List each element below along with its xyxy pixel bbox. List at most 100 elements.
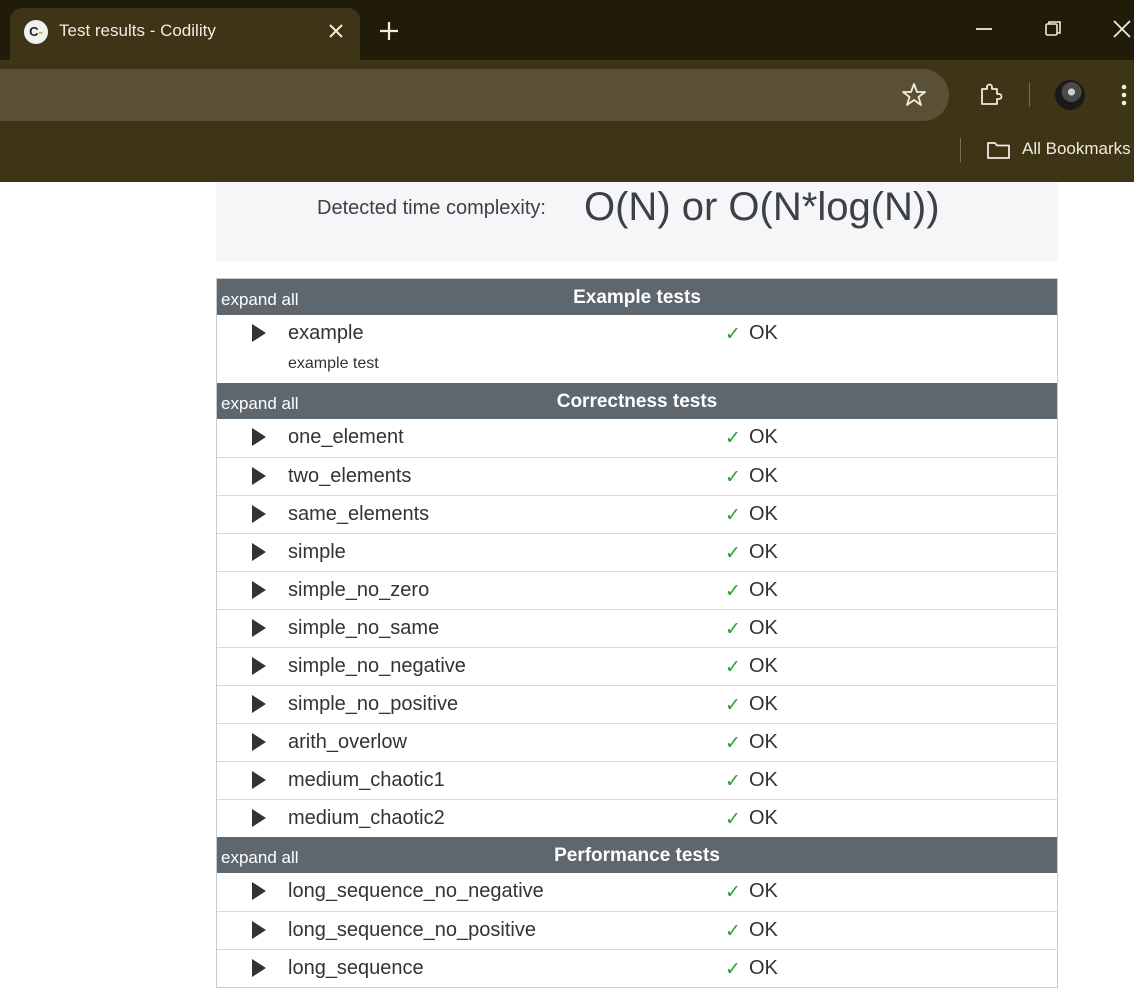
test-row[interactable]: medium_chaotic2 ✓ OK: [217, 799, 1057, 837]
test-name: two_elements: [288, 465, 412, 487]
expand-triangle-icon[interactable]: [252, 771, 266, 789]
test-name: long_sequence_no_positive: [288, 919, 536, 941]
more-menu-icon[interactable]: [1110, 80, 1134, 110]
test-results-table: expand all Example tests example example…: [216, 278, 1058, 988]
check-icon: ✓: [725, 809, 741, 830]
expand-triangle-icon[interactable]: [252, 619, 266, 637]
test-status: OK: [749, 617, 778, 639]
test-name: simple_no_positive: [288, 693, 459, 715]
test-name: simple_no_zero: [288, 579, 430, 601]
expand-triangle-icon[interactable]: [252, 581, 266, 599]
expand-triangle-icon[interactable]: [252, 543, 266, 561]
test-row[interactable]: simple_no_positive ✓ OK: [217, 685, 1057, 723]
extensions-icon[interactable]: [976, 80, 1006, 110]
title-bar: C- Test results - Codility: [0, 0, 1134, 60]
browser-tab[interactable]: C- Test results - Codility: [10, 8, 360, 60]
codility-favicon-icon: C-: [24, 20, 48, 44]
expand-triangle-icon[interactable]: [252, 657, 266, 675]
test-status: OK: [749, 322, 778, 344]
expand-triangle-icon[interactable]: [252, 428, 266, 446]
test-row[interactable]: simple ✓ OK: [217, 533, 1057, 571]
test-row[interactable]: simple_no_same ✓ OK: [217, 609, 1057, 647]
bookmarks-divider: [960, 138, 961, 162]
check-icon: ✓: [725, 581, 741, 602]
profile-avatar[interactable]: [1055, 80, 1085, 110]
folder-icon[interactable]: [984, 135, 1014, 165]
test-row[interactable]: two_elements ✓ OK: [217, 457, 1057, 495]
test-name: simple_no_same: [288, 617, 440, 639]
check-icon: ✓: [725, 921, 741, 942]
group-title: Correctness tests: [556, 391, 718, 412]
test-name: example: [288, 322, 364, 344]
test-status: OK: [749, 919, 778, 941]
expand-triangle-icon[interactable]: [252, 324, 266, 342]
test-row[interactable]: long_sequence_no_positive ✓ OK: [217, 911, 1057, 949]
page-content: Detected time complexity: O(N) or O(N*lo…: [0, 182, 1134, 1008]
window-close-icon[interactable]: [1107, 14, 1134, 44]
expand-triangle-icon[interactable]: [252, 733, 266, 751]
check-icon: ✓: [725, 543, 741, 564]
test-name: same_elements: [288, 503, 430, 525]
test-name: one_element: [288, 426, 404, 448]
check-icon: ✓: [725, 619, 741, 640]
check-icon: ✓: [725, 882, 741, 903]
test-row[interactable]: arith_overlow ✓ OK: [217, 723, 1057, 761]
test-row[interactable]: example example test ✓ OK: [217, 315, 1057, 383]
test-name: medium_chaotic1: [288, 769, 445, 791]
group-header-correctness: expand all Correctness tests: [217, 383, 1057, 419]
expand-triangle-icon[interactable]: [252, 882, 266, 900]
test-row[interactable]: simple_no_zero ✓ OK: [217, 571, 1057, 609]
test-status: OK: [749, 503, 778, 525]
check-icon: ✓: [725, 428, 741, 449]
test-row[interactable]: same_elements ✓ OK: [217, 495, 1057, 533]
expand-triangle-icon[interactable]: [252, 505, 266, 523]
test-status: OK: [749, 579, 778, 601]
test-name: simple_no_negative: [288, 655, 466, 677]
test-status: OK: [749, 693, 778, 715]
test-status: OK: [749, 731, 778, 753]
check-icon: ✓: [725, 771, 741, 792]
group-header-example: expand all Example tests: [217, 279, 1057, 315]
test-row[interactable]: long_sequence ✓ OK: [217, 949, 1057, 987]
test-status: OK: [749, 426, 778, 448]
expand-triangle-icon[interactable]: [252, 809, 266, 827]
expand-triangle-icon[interactable]: [252, 695, 266, 713]
check-icon: ✓: [725, 505, 741, 526]
test-row[interactable]: simple_no_negative ✓ OK: [217, 647, 1057, 685]
plus-icon[interactable]: [374, 16, 404, 46]
address-bar[interactable]: [0, 69, 949, 121]
toolbar-divider: [1029, 83, 1030, 107]
browser-chrome: C- Test results - Codility All Bookmarks: [0, 0, 1134, 182]
check-icon: ✓: [725, 467, 741, 488]
restore-icon[interactable]: [1038, 14, 1068, 44]
test-row[interactable]: long_sequence_no_negative ✓ OK: [217, 873, 1057, 911]
complexity-panel: Detected time complexity: O(N) or O(N*lo…: [216, 182, 1058, 262]
star-icon[interactable]: [899, 80, 929, 110]
test-status: OK: [749, 465, 778, 487]
check-icon: ✓: [725, 959, 741, 980]
test-status: OK: [749, 880, 778, 902]
test-status: OK: [749, 655, 778, 677]
check-icon: ✓: [725, 657, 741, 678]
minimize-icon[interactable]: [969, 14, 999, 44]
test-row[interactable]: medium_chaotic1 ✓ OK: [217, 761, 1057, 799]
group-title: Performance tests: [554, 845, 720, 866]
test-name: simple: [288, 541, 346, 563]
complexity-label: Detected time complexity:: [317, 197, 546, 219]
expand-triangle-icon[interactable]: [252, 921, 266, 939]
test-status: OK: [749, 769, 778, 791]
test-status: OK: [749, 957, 778, 979]
test-name: long_sequence: [288, 957, 424, 979]
test-name: arith_overlow: [288, 731, 407, 753]
all-bookmarks-link[interactable]: All Bookmarks: [1022, 139, 1131, 159]
expand-triangle-icon[interactable]: [252, 467, 266, 485]
expand-triangle-icon[interactable]: [252, 959, 266, 977]
test-row[interactable]: one_element ✓ OK: [217, 419, 1057, 457]
check-icon: ✓: [725, 695, 741, 716]
test-status: OK: [749, 807, 778, 829]
group-title: Example tests: [573, 287, 701, 308]
check-icon: ✓: [725, 733, 741, 754]
tab-title: Test results - Codility: [59, 21, 216, 40]
close-icon[interactable]: [324, 19, 348, 43]
complexity-value: O(N) or O(N*log(N)): [584, 185, 940, 229]
